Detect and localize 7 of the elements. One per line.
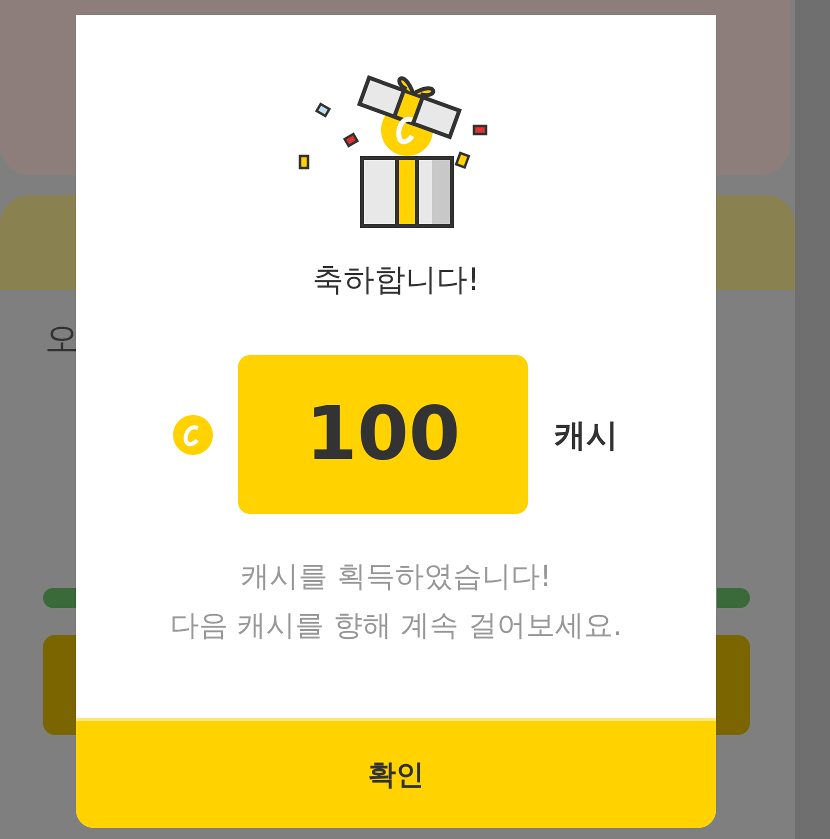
- amount-display: 100: [238, 355, 528, 514]
- unit-label: 캐시: [554, 414, 618, 456]
- dialog-title: 축하합니다!: [312, 262, 480, 300]
- coin-icon: [172, 414, 214, 456]
- message-text: 캐시를 획득하였습니다! 다음 캐시를 향해 계속 걸어보세요.: [170, 558, 622, 644]
- section-label: 오: [45, 322, 80, 356]
- confirm-button[interactable]: 확인: [76, 718, 716, 828]
